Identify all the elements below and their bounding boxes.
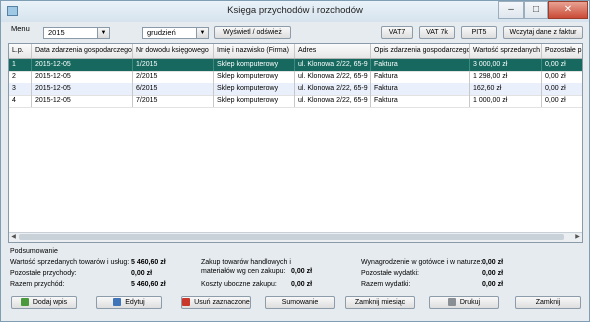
year-value: 2015 (48, 28, 65, 37)
close-month-button[interactable]: Zamknij miesiąc (345, 296, 415, 309)
sales-value: 5 460,60 zł (131, 259, 166, 266)
edit-icon (113, 298, 122, 307)
other-income-label: Pozostałe przychody: (10, 270, 77, 277)
column-header[interactable]: Imię i nazwisko (Firma) (214, 44, 295, 58)
add-entry-button[interactable]: Dodaj wpis (11, 296, 77, 309)
printer-icon (447, 298, 456, 307)
year-select[interactable]: 2015 ▼ (43, 27, 110, 39)
sum-button[interactable]: Sumowanie (265, 296, 335, 309)
close-button[interactable]: Zamknij (515, 296, 581, 309)
edit-button[interactable]: Edytuj (96, 296, 162, 309)
chevron-down-icon[interactable]: ▼ (97, 28, 109, 38)
purchase-value: 0,00 zł (291, 268, 313, 275)
table-cell: 4 (9, 95, 32, 107)
vat7k-button[interactable]: VAT 7k (419, 26, 455, 39)
add-icon (20, 298, 29, 307)
table-cell: Faktura (371, 83, 470, 95)
table-cell: 2015-12-05 (32, 59, 133, 71)
table-header: L.p. Data zdarzenia gospodarczego Nr dow… (9, 44, 582, 59)
table-cell: 0,00 zł (542, 95, 582, 107)
table-cell: 7/2015 (133, 95, 214, 107)
table-cell: ul. Klonowa 2/22, 65-9 (295, 59, 371, 71)
table-row[interactable]: 4 2015-12-05 7/2015 Sklep komputerowy ul… (9, 95, 582, 108)
table-cell: 6/2015 (133, 83, 214, 95)
other-income-value: 0,00 zł (131, 270, 153, 277)
table-cell: 0,00 zł (542, 59, 582, 71)
table-cell: 2015-12-05 (32, 95, 133, 107)
purchase-label-cont: materiałów wg cen zakupu: (201, 268, 286, 275)
table-cell: ul. Klonowa 2/22, 65-9 (295, 83, 371, 95)
table-cell: 3 000,00 zł (470, 59, 542, 71)
table-cell: 2 (9, 71, 32, 83)
column-header[interactable]: Nr dowodu księgowego (133, 44, 214, 58)
total-income-value: 5 460,60 zł (131, 281, 166, 288)
table-cell: 2015-12-05 (32, 71, 133, 83)
table-cell: 1 298,00 zł (470, 71, 542, 83)
main-window: Księga przychodów i rozchodów – □ ✕ Menu… (0, 0, 590, 322)
ledger-table: L.p. Data zdarzenia gospodarczego Nr dow… (8, 43, 583, 243)
column-header[interactable]: Wartość sprzedanych (470, 44, 542, 58)
table-cell: Sklep komputerowy (214, 71, 295, 83)
table-cell: 2015-12-05 (32, 83, 133, 95)
delete-selected-button[interactable]: Usuń zaznaczone (181, 296, 251, 309)
column-header[interactable]: L.p. (9, 44, 32, 58)
table-cell: Faktura (371, 71, 470, 83)
other-expenses-label: Pozostałe wydatki: (361, 270, 419, 277)
purchase-label: Zakup towarów handlowych i (201, 259, 291, 266)
summary-title: Podsumowanie (10, 248, 58, 255)
scroll-right-icon[interactable]: ▶ (573, 233, 582, 242)
sales-label: Wartość sprzedanych towarów i usług: (10, 259, 130, 266)
table-cell: 0,00 zł (542, 71, 582, 83)
side-costs-value: 0,00 zł (291, 281, 313, 288)
table-cell: 1 (9, 59, 32, 71)
minimize-button[interactable]: – (498, 1, 524, 19)
chevron-down-icon[interactable]: ▼ (196, 28, 208, 38)
table-cell: Faktura (371, 95, 470, 107)
month-select[interactable]: grudzień ▼ (142, 27, 209, 39)
maximize-button[interactable]: □ (524, 1, 548, 19)
total-expenses-label: Razem wydatki: (361, 281, 411, 288)
column-header[interactable]: Opis zdarzenia gospodarczego (371, 44, 470, 58)
vat7-button[interactable]: VAT7 (381, 26, 413, 39)
show-refresh-button[interactable]: Wyświetl / odśwież (214, 26, 291, 39)
column-header[interactable]: Adres (295, 44, 371, 58)
menu-label[interactable]: Menu (11, 24, 30, 33)
pit5-button[interactable]: PIT5 (461, 26, 497, 39)
scroll-left-icon[interactable]: ◀ (9, 233, 18, 242)
table-cell: 2/2015 (133, 71, 214, 83)
other-expenses-value: 0,00 zł (482, 270, 504, 277)
table-cell: Sklep komputerowy (214, 95, 295, 107)
month-value: grudzień (147, 28, 176, 37)
salary-label: Wynagrodzenie w gotówce i w naturze: (361, 259, 483, 266)
side-costs-label: Koszty uboczne zakupu: (201, 281, 277, 288)
salary-value: 0,00 zł (482, 259, 504, 266)
table-cell: 0,00 zł (542, 83, 582, 95)
table-cell: ul. Klonowa 2/22, 65-9 (295, 95, 371, 107)
table-cell: 1 000,00 zł (470, 95, 542, 107)
column-header[interactable]: Pozostałe p (542, 44, 582, 58)
print-button[interactable]: Drukuj (429, 296, 499, 309)
close-window-button[interactable]: ✕ (548, 1, 588, 19)
horizontal-scrollbar[interactable]: ◀ ▶ (9, 232, 582, 242)
column-header[interactable]: Data zdarzenia gospodarczego (32, 44, 133, 58)
table-cell: Sklep komputerowy (214, 83, 295, 95)
delete-icon (182, 298, 191, 307)
total-income-label: Razem przychód: (10, 281, 65, 288)
table-cell: 162,60 zł (470, 83, 542, 95)
table-cell: Faktura (371, 59, 470, 71)
table-cell: 3 (9, 83, 32, 95)
table-cell: Sklep komputerowy (214, 59, 295, 71)
load-invoices-button[interactable]: Wczytaj dane z faktur (503, 26, 583, 39)
title-bar: Księga przychodów i rozchodów – □ ✕ (1, 1, 589, 22)
scrollbar-thumb[interactable] (19, 234, 564, 240)
table-cell: ul. Klonowa 2/22, 65-9 (295, 71, 371, 83)
total-expenses-value: 0,00 zł (482, 281, 504, 288)
table-cell: 1/2015 (133, 59, 214, 71)
